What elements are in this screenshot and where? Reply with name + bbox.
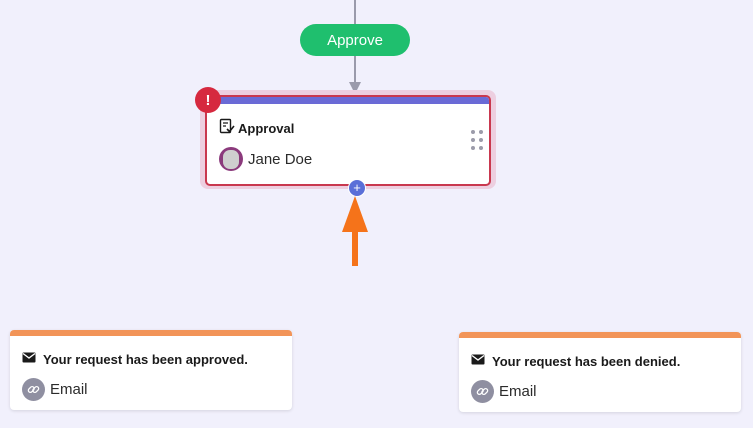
notification-header: Your request has been approved. — [22, 350, 248, 368]
add-step-button[interactable]: + — [348, 179, 366, 197]
document-check-icon — [219, 118, 235, 139]
connector-to-approval — [354, 56, 356, 84]
approval-step-title: Approval — [238, 121, 295, 136]
drag-handle-icon[interactable] — [471, 130, 483, 150]
notification-channel: Email — [471, 380, 537, 403]
approval-assignee: Jane Doe — [219, 147, 312, 171]
notification-channel-label: Email — [50, 381, 88, 398]
avatar — [219, 147, 243, 171]
connector-top — [354, 0, 356, 24]
error-indicator-icon[interactable]: ! — [195, 87, 221, 113]
notification-header: Your request has been denied. — [471, 352, 680, 370]
envelope-icon — [22, 350, 36, 368]
notification-channel-label: Email — [499, 383, 537, 400]
approve-branch-button[interactable]: Approve — [300, 24, 410, 56]
notification-title: Your request has been approved. — [43, 351, 248, 367]
approval-step-accent-bar — [207, 97, 489, 104]
link-icon — [471, 380, 494, 403]
notification-accent-bar — [10, 330, 292, 336]
link-icon — [22, 378, 45, 401]
notification-accent-bar — [459, 332, 741, 338]
notification-card-denied[interactable]: Your request has been denied. Email — [459, 332, 741, 412]
assignee-name: Jane Doe — [248, 150, 313, 168]
notification-channel: Email — [22, 378, 88, 401]
envelope-icon — [471, 352, 485, 370]
callout-arrow-icon — [342, 196, 368, 266]
approval-step-card[interactable]: Approval Jane Doe — [205, 95, 491, 186]
approval-step-header: Approval — [219, 118, 294, 139]
notification-card-approved[interactable]: Your request has been approved. Email — [10, 330, 292, 410]
notification-title: Your request has been denied. — [492, 353, 681, 369]
